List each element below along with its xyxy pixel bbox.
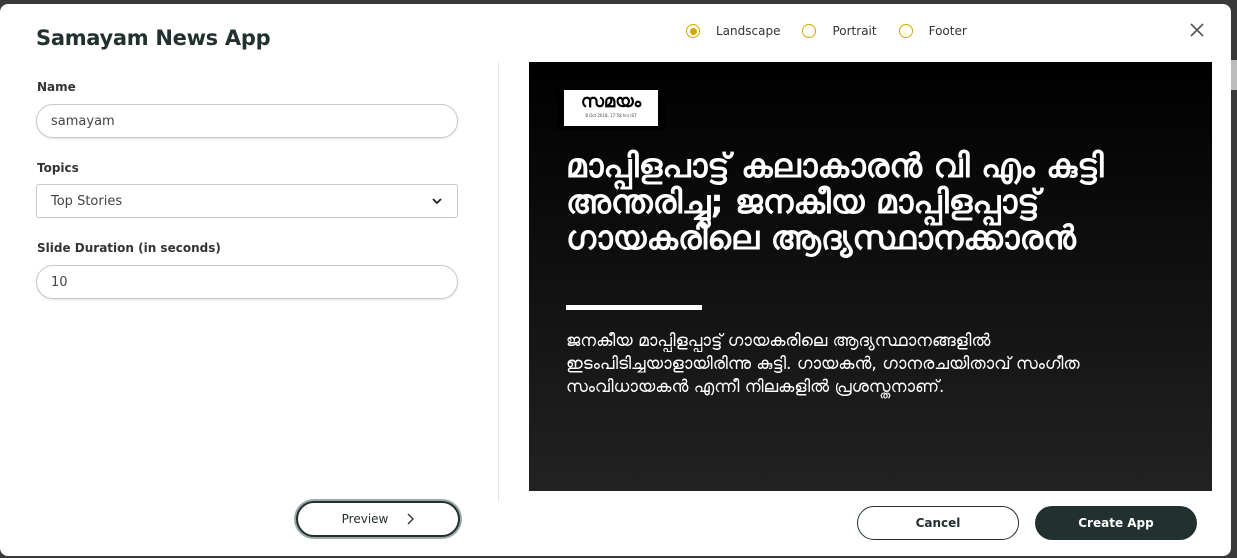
name-label: Name	[37, 80, 76, 94]
topics-label: Topics	[37, 161, 79, 175]
create-app-button[interactable]: Create App	[1035, 506, 1197, 540]
create-app-modal: Samayam News App Landscape Portrait Foot…	[0, 4, 1231, 556]
radio-label-portrait: Portrait	[832, 24, 877, 38]
layout-radio-group: Landscape Portrait Footer	[686, 24, 989, 38]
radio-landscape[interactable]: Landscape	[686, 24, 780, 38]
radio-unselected-icon	[802, 24, 817, 38]
radio-selected-icon	[686, 24, 700, 38]
topics-select[interactable]: Top Stories	[36, 184, 458, 218]
duration-label: Slide Duration (in seconds)	[37, 241, 221, 255]
logo-text: സമയം	[580, 91, 642, 112]
logo-date: 8 Oct 2018, 17:58 hrs IST	[585, 113, 637, 118]
close-button[interactable]	[1187, 20, 1207, 40]
background-scrollbar[interactable]	[1231, 60, 1237, 90]
cancel-button[interactable]: Cancel	[857, 506, 1019, 540]
chevron-down-icon	[432, 198, 442, 205]
radio-label-landscape: Landscape	[716, 24, 781, 38]
chevron-right-icon	[407, 513, 415, 525]
modal-title: Samayam News App	[36, 26, 271, 50]
radio-portrait[interactable]: Portrait	[802, 24, 877, 38]
name-input[interactable]	[36, 104, 458, 138]
preview-headline: മാപ്പിളപാട്ട് കലാകാരൻ വി എം കുട്ടി അന്തര…	[566, 146, 1104, 257]
duration-input[interactable]	[36, 265, 458, 299]
preview-button[interactable]: Preview	[296, 501, 460, 537]
panel-divider	[498, 62, 499, 502]
close-icon	[1190, 23, 1204, 37]
preview-button-label: Preview	[341, 512, 389, 526]
publisher-logo: സമയം 8 Oct 2018, 17:58 hrs IST	[557, 86, 665, 130]
slide-preview: സമയം 8 Oct 2018, 17:58 hrs IST മാപ്പിളപാ…	[529, 62, 1212, 491]
headline-rule	[566, 305, 702, 310]
radio-unselected-icon	[898, 24, 913, 38]
radio-label-footer: Footer	[928, 24, 967, 38]
radio-footer[interactable]: Footer	[898, 24, 967, 38]
preview-summary: ജനകീയ മാപ്പിളപ്പാട്ട് ഗായകരിലെ ആദ്യസ്ഥാന…	[566, 331, 1080, 397]
topics-selected-value: Top Stories	[51, 193, 123, 209]
